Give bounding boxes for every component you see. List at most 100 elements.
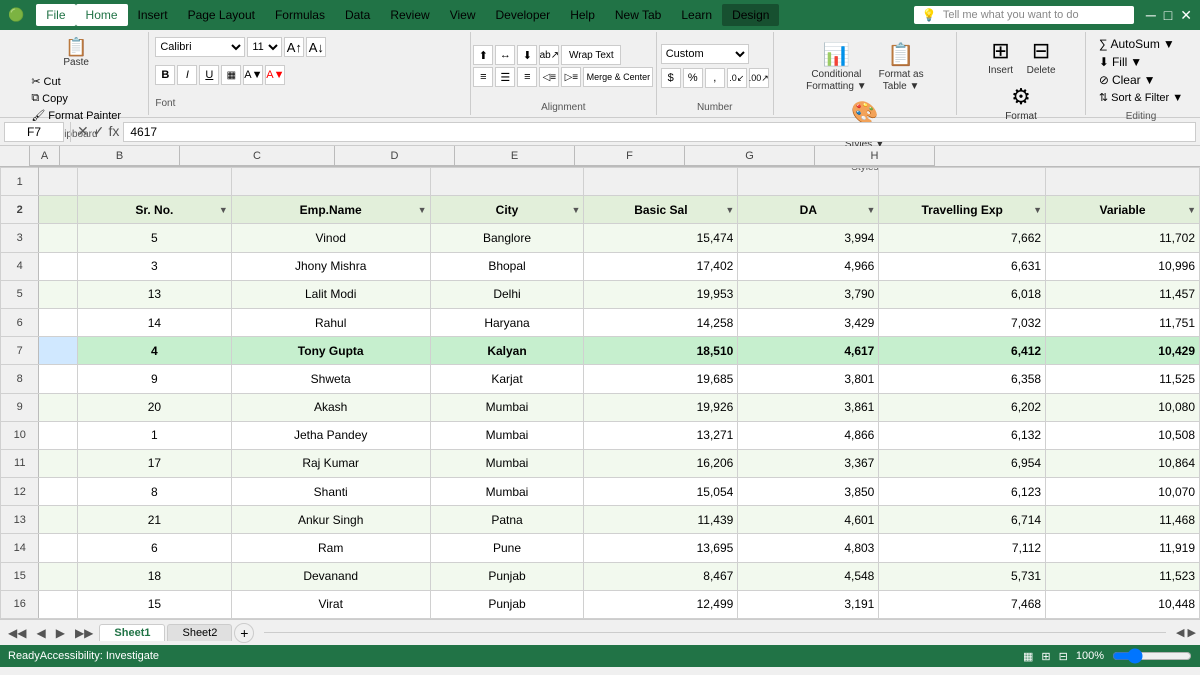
cell-e1[interactable] [584, 168, 738, 196]
maximize-btn[interactable]: □ [1164, 7, 1172, 24]
menu-review[interactable]: Review [380, 4, 439, 26]
cell-name[interactable]: Ankur Singh [231, 506, 430, 534]
cell-da[interactable]: 4,866 [738, 421, 879, 449]
cell-city[interactable]: Mumbai [430, 393, 584, 421]
cell-basic[interactable]: 16,206 [584, 449, 738, 477]
cell-city[interactable]: Karjat [430, 365, 584, 393]
cell-sr[interactable]: 14 [77, 308, 231, 336]
menu-insert[interactable]: Insert [128, 4, 178, 26]
cell-travel[interactable]: 7,662 [879, 224, 1046, 252]
font-shrink-button[interactable]: A↓ [306, 37, 326, 57]
row-num[interactable]: 12 [1, 478, 39, 506]
fill-button[interactable]: ⬇ Fill ▼ [1095, 54, 1146, 70]
cell-travel[interactable]: 6,132 [879, 421, 1046, 449]
cell-name[interactable]: Shweta [231, 365, 430, 393]
cell-travel[interactable]: 6,018 [879, 280, 1046, 308]
filter-sr-no[interactable]: ▼ [219, 205, 228, 215]
cell-travel[interactable]: 6,202 [879, 393, 1046, 421]
sort-filter-button[interactable]: ⇅ Sort & Filter ▼ [1095, 90, 1187, 105]
cell-variable[interactable]: 10,070 [1046, 478, 1200, 506]
header-variable[interactable]: Variable ▼ [1046, 196, 1200, 224]
currency-button[interactable]: $ [661, 68, 681, 88]
cell-city[interactable]: Mumbai [430, 421, 584, 449]
cell-da[interactable]: 3,790 [738, 280, 879, 308]
row-num-2[interactable]: 2 [1, 196, 39, 224]
cell-basic[interactable]: 15,054 [584, 478, 738, 506]
menu-page-layout[interactable]: Page Layout [178, 4, 265, 26]
cell-c1[interactable] [231, 168, 430, 196]
col-header-c[interactable]: C [180, 146, 335, 166]
menu-file[interactable]: File [36, 4, 75, 26]
cell-basic[interactable]: 17,402 [584, 252, 738, 280]
tab-scroll-left[interactable]: ◀◀ [4, 626, 30, 640]
cell-basic[interactable]: 19,926 [584, 393, 738, 421]
cell-travel[interactable]: 7,032 [879, 308, 1046, 336]
decrease-decimal-button[interactable]: .0↙ [727, 68, 747, 88]
cell-name[interactable]: Lalit Modi [231, 280, 430, 308]
header-sr-no[interactable]: Sr. No. ▼ [77, 196, 231, 224]
row-num[interactable]: 1 [1, 168, 39, 196]
autosum-button[interactable]: ∑ AutoSum ▼ [1095, 36, 1179, 52]
cell-city[interactable]: Mumbai [430, 449, 584, 477]
sheet-tab-1[interactable]: Sheet1 [99, 624, 165, 641]
cell-name[interactable]: Raj Kumar [231, 449, 430, 477]
col-header-e[interactable]: E [455, 146, 575, 166]
cell-travel[interactable]: 7,112 [879, 534, 1046, 562]
cell-da[interactable]: 4,548 [738, 562, 879, 590]
cell-travel[interactable]: 6,631 [879, 252, 1046, 280]
cell-basic[interactable]: 19,953 [584, 280, 738, 308]
cell-da[interactable]: 4,803 [738, 534, 879, 562]
cell-city[interactable]: Bhopal [430, 252, 584, 280]
cell-city[interactable]: Mumbai [430, 478, 584, 506]
filter-city[interactable]: ▼ [572, 205, 581, 215]
cell-city[interactable]: Kalyan [430, 337, 584, 365]
cell-a[interactable] [39, 534, 77, 562]
cell-city[interactable]: Delhi [430, 280, 584, 308]
cell-variable[interactable]: 11,919 [1046, 534, 1200, 562]
cell-a[interactable] [39, 365, 77, 393]
filter-da[interactable]: ▼ [866, 205, 875, 215]
cell-travel[interactable]: 5,731 [879, 562, 1046, 590]
clear-button[interactable]: ⊘ Clear ▼ [1095, 72, 1160, 88]
close-btn[interactable]: ✕ [1180, 7, 1192, 24]
cell-basic[interactable]: 11,439 [584, 506, 738, 534]
number-format-select[interactable]: Custom [661, 44, 749, 64]
cell-sr[interactable]: 13 [77, 280, 231, 308]
cell-sr[interactable]: 17 [77, 449, 231, 477]
cell-d1[interactable] [430, 168, 584, 196]
col-header-g[interactable]: G [685, 146, 815, 166]
cell-f1[interactable] [738, 168, 879, 196]
cell-sr[interactable]: 8 [77, 478, 231, 506]
format-as-table-button[interactable]: 📋 Format as Table ▼ [875, 40, 928, 94]
cell-b1[interactable] [77, 168, 231, 196]
font-grow-button[interactable]: A↑ [284, 37, 304, 57]
cell-da[interactable]: 4,601 [738, 506, 879, 534]
sheet-tab-2[interactable]: Sheet2 [167, 624, 232, 641]
cell-da[interactable]: 4,966 [738, 252, 879, 280]
menu-data[interactable]: Data [335, 4, 380, 26]
search-bar[interactable]: 💡 Tell me what you want to do [914, 6, 1134, 24]
cell-sr[interactable]: 3 [77, 252, 231, 280]
cell-a[interactable] [39, 478, 77, 506]
row-num[interactable]: 8 [1, 365, 39, 393]
cell-basic[interactable]: 13,271 [584, 421, 738, 449]
align-right-button[interactable]: ≡ [517, 67, 537, 87]
header-basic-sal[interactable]: Basic Sal ▼ [584, 196, 738, 224]
menu-new-tab[interactable]: New Tab [605, 4, 671, 26]
cell-name[interactable]: Devanand [231, 562, 430, 590]
row-num[interactable]: 13 [1, 506, 39, 534]
increase-decimal-button[interactable]: .00↗ [749, 68, 769, 88]
cell-basic[interactable]: 19,685 [584, 365, 738, 393]
normal-view-btn[interactable]: ▦ [1023, 650, 1033, 663]
cell-variable[interactable]: 11,525 [1046, 365, 1200, 393]
decrease-indent-button[interactable]: ◁≡ [539, 67, 559, 87]
insert-function-icon[interactable]: fx [108, 123, 119, 140]
cell-basic[interactable]: 14,258 [584, 308, 738, 336]
cancel-formula-icon[interactable]: ✕ [77, 123, 89, 140]
cell-name[interactable]: Vinod [231, 224, 430, 252]
cell-da[interactable]: 3,429 [738, 308, 879, 336]
cell-sr[interactable]: 15 [77, 590, 231, 618]
row-num[interactable]: 15 [1, 562, 39, 590]
row-num[interactable]: 6 [1, 308, 39, 336]
cell-da[interactable]: 3,994 [738, 224, 879, 252]
